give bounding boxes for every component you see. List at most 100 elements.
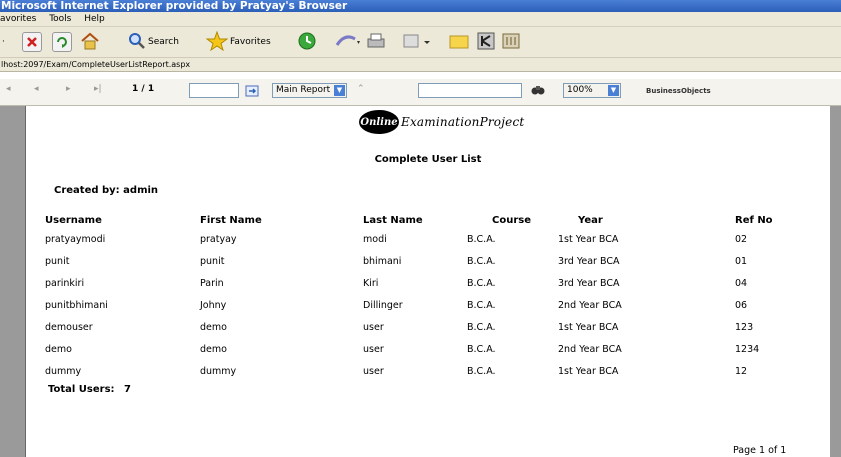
report-select-value: Main Report <box>276 85 331 95</box>
cell-year: 2nd Year BCA <box>558 300 622 311</box>
search-report-input[interactable] <box>418 83 522 98</box>
goto-page-icon[interactable] <box>245 84 259 99</box>
star-icon <box>205 30 229 54</box>
next-page-icon[interactable]: ▸ <box>66 84 71 99</box>
folder-icon <box>448 31 470 54</box>
column-header-last-name: Last Name <box>363 215 423 226</box>
last-page-icon[interactable]: ▸| <box>94 84 102 99</box>
total-users: Total Users: 7 <box>48 384 131 395</box>
cell-course: B.C.A. <box>467 234 496 245</box>
cell-course: B.C.A. <box>467 344 496 355</box>
address-url: lhost:2097/Exam/CompleteUserListReport.a… <box>1 60 191 69</box>
goto-page-input[interactable] <box>189 83 239 98</box>
cell-year: 1st Year BCA <box>558 234 619 245</box>
total-users-label: Total Users: <box>48 384 115 395</box>
column-header-first-name: First Name <box>200 215 262 226</box>
print-icon <box>365 31 387 54</box>
prev-page-icon[interactable]: ◂ <box>34 84 39 99</box>
total-users-value: 7 <box>124 384 131 395</box>
cell-username: demo <box>45 344 72 355</box>
cell-course: B.C.A. <box>467 322 496 333</box>
print-button[interactable] <box>365 31 387 53</box>
browser-toolbar: · Search Favorites <box>0 27 841 58</box>
report-page: Online ExaminationProject Complete User … <box>25 106 830 457</box>
home-button[interactable] <box>80 31 100 53</box>
cell-year: 1st Year BCA <box>558 366 619 377</box>
cell-username: pratyaymodi <box>45 234 106 245</box>
report-area: Online ExaminationProject Complete User … <box>0 106 841 457</box>
up-arrow-icon[interactable]: ⌃ <box>357 84 365 99</box>
cell-year: 2nd Year BCA <box>558 344 622 355</box>
cell-last-name: modi <box>363 234 387 245</box>
first-page-icon[interactable]: ◂ <box>6 84 11 99</box>
address-bar[interactable]: lhost:2097/Exam/CompleteUserListReport.a… <box>0 58 841 72</box>
cell-ref-no: 06 <box>735 300 748 311</box>
page-footer: Page 1 of 1 <box>733 445 787 456</box>
stop-button[interactable] <box>22 31 42 53</box>
report-viewer-toolbar: ◂ ◂ ▸ ▸| 1 / 1 Main Report ▼ ⌃ 100% ▼ Bu… <box>0 79 841 106</box>
mail-button[interactable] <box>335 31 361 53</box>
cell-last-name: Dillinger <box>363 300 403 311</box>
cell-first-name: demo <box>200 344 227 355</box>
cell-username: demouser <box>45 322 93 333</box>
cell-username: punit <box>45 256 70 267</box>
menu-help[interactable]: Help <box>84 14 105 24</box>
cell-username: dummy <box>45 366 82 377</box>
window-title: Microsoft Internet Explorer provided by … <box>0 0 841 12</box>
created-by: Created by: admin <box>54 185 159 196</box>
home-icon <box>80 31 100 54</box>
menu-favorites[interactable]: avorites <box>0 14 36 24</box>
cell-year: 1st Year BCA <box>558 322 619 333</box>
cell-year: 3rd Year BCA <box>558 256 620 267</box>
zoom-select[interactable]: 100% ▼ <box>563 83 621 98</box>
column-header-username: Username <box>45 215 102 226</box>
search-label: Search <box>148 37 179 47</box>
search-icon <box>128 32 146 53</box>
report-title: Complete User List <box>374 154 482 165</box>
messenger-icon <box>476 31 496 54</box>
zoom-value: 100% <box>567 85 593 95</box>
menu-bar: avorites Tools Help <box>0 12 841 27</box>
menu-tools[interactable]: Tools <box>49 14 71 24</box>
logo-text: ExaminationProject <box>401 115 525 129</box>
chevron-down-icon: ▼ <box>334 85 345 96</box>
cell-first-name: Parin <box>200 278 224 289</box>
binoculars-icon[interactable] <box>531 84 545 99</box>
page-indicator: 1 / 1 <box>132 84 155 94</box>
research-button[interactable] <box>500 31 522 53</box>
edit-button[interactable] <box>402 31 432 53</box>
cell-first-name: Johny <box>200 300 227 311</box>
favorites-label: Favorites <box>230 37 271 47</box>
cell-last-name: bhimani <box>363 256 402 267</box>
cell-first-name: punit <box>200 256 225 267</box>
folder-button[interactable] <box>448 31 470 53</box>
cell-last-name: user <box>363 344 384 355</box>
favorites-button[interactable]: Favorites <box>205 30 271 54</box>
cell-ref-no: 1234 <box>735 344 760 355</box>
cell-last-name: user <box>363 366 384 377</box>
messenger-button[interactable] <box>476 31 496 53</box>
column-header-year: Year <box>578 215 603 226</box>
report-select[interactable]: Main Report ▼ <box>272 83 347 98</box>
edit-icon <box>402 31 432 54</box>
history-button[interactable] <box>297 31 317 53</box>
cell-first-name: dummy <box>200 366 237 377</box>
cell-ref-no: 123 <box>735 322 754 333</box>
refresh-icon <box>52 32 72 52</box>
cell-username: parinkiri <box>45 278 85 289</box>
cell-course: B.C.A. <box>467 278 496 289</box>
back-dropdown-icon[interactable]: · <box>2 31 5 53</box>
logo-badge: Online <box>359 110 399 134</box>
cell-year: 3rd Year BCA <box>558 278 620 289</box>
column-header-course: Course <box>492 215 531 226</box>
cell-ref-no: 02 <box>735 234 748 245</box>
cell-first-name: pratyay <box>200 234 237 245</box>
mail-icon <box>335 31 361 54</box>
cell-ref-no: 01 <box>735 256 748 267</box>
search-button[interactable]: Search <box>128 31 179 53</box>
refresh-button[interactable] <box>52 31 72 53</box>
stop-icon <box>22 32 42 52</box>
cell-first-name: demo <box>200 322 227 333</box>
chevron-down-icon: ▼ <box>608 85 619 96</box>
cell-course: B.C.A. <box>467 256 496 267</box>
